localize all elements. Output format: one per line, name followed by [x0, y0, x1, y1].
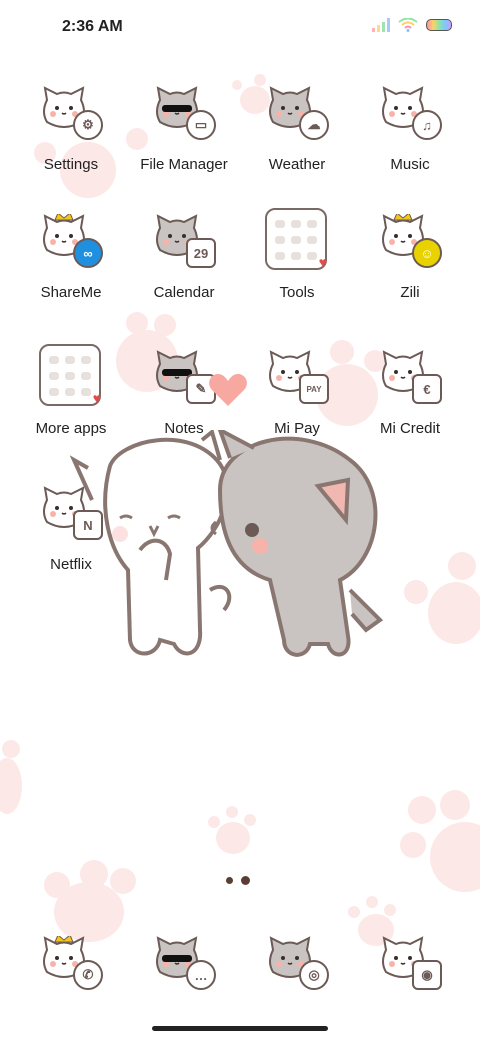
app-tools[interactable]: ♥ Tools — [241, 208, 353, 301]
messages-icon: … — [186, 960, 216, 990]
folder-icon: ♥ — [265, 208, 327, 270]
app-shareme[interactable]: ∞ ShareMe — [15, 208, 127, 301]
app-file-manager[interactable]: ▭ File Manager — [128, 80, 240, 173]
smiley-icon: ☺ — [412, 238, 442, 268]
gear-icon: ⚙ — [73, 110, 103, 140]
browser-icon: ◎ — [299, 960, 329, 990]
app-more-apps[interactable]: ♥ More apps — [15, 344, 127, 437]
app-label: Tools — [279, 284, 315, 301]
app-label: ShareMe — [40, 284, 102, 301]
app-label: Calendar — [153, 284, 215, 301]
app-mi-credit[interactable]: € Mi Credit — [354, 344, 466, 437]
app-icon: ◎ — [265, 930, 329, 994]
home-indicator-bar[interactable] — [152, 1026, 328, 1031]
app-label: Zili — [400, 284, 420, 301]
app-mi-pay[interactable]: PAY Mi Pay — [241, 344, 353, 437]
app-icon: PAY — [265, 344, 329, 408]
app-icon: ✎ — [152, 344, 216, 408]
status-bar: 2:36 AM — [0, 0, 480, 56]
dock-phone-button[interactable]: ✆ — [15, 930, 127, 994]
battery-icon — [426, 19, 452, 31]
folder-icon: ▭ — [186, 110, 216, 140]
status-time: 2:36 AM — [62, 18, 123, 35]
cat-couple-illustration — [70, 430, 384, 657]
wallet-icon: € — [412, 374, 442, 404]
app-icon: ♥ — [39, 344, 103, 408]
status-icons — [372, 18, 452, 32]
signal-icon — [372, 18, 390, 32]
app-zili[interactable]: ☺ Zili — [354, 208, 466, 301]
app-icon: ☁ — [265, 80, 329, 144]
app-calendar[interactable]: 29 Calendar — [128, 208, 240, 301]
dock-messages-button[interactable]: … — [128, 930, 240, 994]
heart-icon — [209, 374, 247, 406]
camera-icon: ◉ — [412, 960, 442, 990]
dock: ✆ … ◎ ◉ — [0, 930, 480, 990]
app-icon: ▭ — [152, 80, 216, 144]
sunglasses-icon — [162, 955, 192, 962]
heart-icon: ♥ — [318, 254, 327, 270]
heart-icon: ♥ — [92, 390, 101, 406]
app-weather[interactable]: ☁ Weather — [241, 80, 353, 173]
app-icon: ✆ — [39, 930, 103, 994]
app-label: Weather — [268, 156, 326, 173]
app-icon: … — [152, 930, 216, 994]
dock-camera-button[interactable]: ◉ — [354, 930, 466, 994]
page-dot[interactable] — [226, 877, 233, 884]
sunglasses-icon — [162, 105, 192, 112]
app-label: Music — [390, 156, 430, 173]
cloud-icon: ☁ — [299, 110, 329, 140]
app-icon: 29 — [152, 208, 216, 272]
app-icon: ☺ — [378, 208, 442, 272]
app-music[interactable]: ♫ Music — [354, 80, 466, 173]
app-icon: ♫ — [378, 80, 442, 144]
pay-icon: PAY — [299, 374, 329, 404]
dock-browser-button[interactable]: ◎ — [241, 930, 353, 994]
page-dot-active[interactable] — [241, 876, 250, 885]
app-icon: ∞ — [39, 208, 103, 272]
folder-icon: ♥ — [39, 344, 101, 406]
calendar-icon: 29 — [186, 238, 216, 268]
phone-icon: ✆ — [73, 960, 103, 990]
app-icon: ◉ — [378, 930, 442, 994]
app-settings[interactable]: ⚙ Settings — [15, 80, 127, 173]
app-label: File Manager — [140, 156, 228, 173]
music-note-icon: ♫ — [412, 110, 442, 140]
share-icon: ∞ — [73, 238, 103, 268]
app-icon: ⚙ — [39, 80, 103, 144]
app-label: Settings — [43, 156, 99, 173]
app-icon: € — [378, 344, 442, 408]
page-indicator — [226, 876, 250, 885]
app-icon: ♥ — [265, 208, 329, 272]
wifi-icon — [398, 18, 418, 32]
